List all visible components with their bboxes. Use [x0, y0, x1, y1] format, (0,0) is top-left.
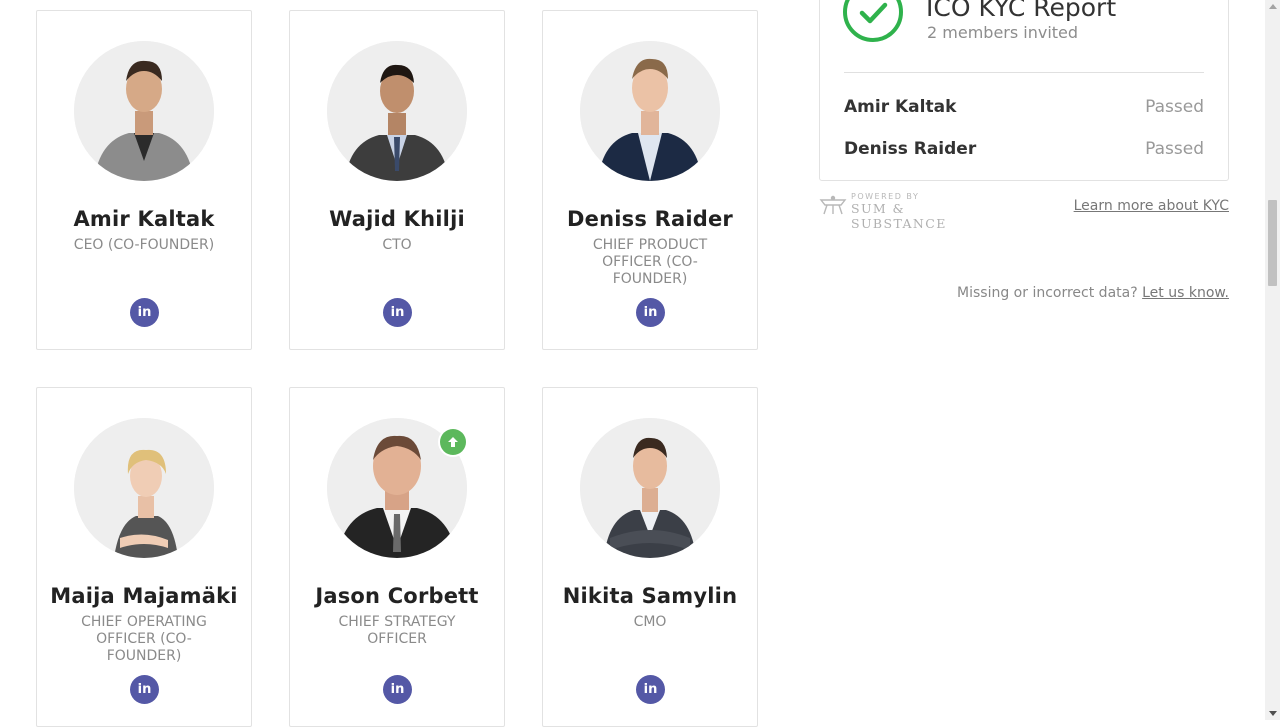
linkedin-icon[interactable]: in: [636, 298, 665, 327]
kyc-status: Passed: [1145, 97, 1204, 117]
linkedin-icon[interactable]: in: [383, 675, 412, 704]
avatar: [74, 418, 214, 558]
scroll-up-icon[interactable]: [1269, 4, 1277, 9]
team-card: Amir Kaltak CEO (CO-FOUNDER) in: [36, 10, 252, 350]
kyc-status: Passed: [1145, 139, 1204, 159]
feedback-line: Missing or incorrect data? Let us know.: [957, 285, 1229, 301]
scroll-thumb[interactable]: [1268, 200, 1277, 286]
kyc-report-panel: ICO KYC Report 2 members invited Amir Ka…: [819, 0, 1229, 181]
member-name: Wajid Khilji: [329, 207, 465, 231]
divider: [844, 72, 1204, 73]
arrow-up-icon: [448, 437, 458, 447]
vertical-scrollbar[interactable]: [1265, 0, 1280, 720]
feedback-text: Missing or incorrect data?: [957, 285, 1138, 301]
avatar: [580, 418, 720, 558]
member-role: CTO: [382, 237, 412, 253]
team-card: Wajid Khilji CTO in: [289, 10, 505, 350]
kyc-member-row: Deniss Raider Passed: [844, 139, 1204, 159]
powered-by-logo: POWERED BY SUM & SUBSTANCE: [819, 190, 999, 231]
kyc-member-row: Amir Kaltak Passed: [844, 97, 1204, 117]
check-circle-icon: [843, 0, 903, 42]
member-role: CEO (CO-FOUNDER): [73, 237, 215, 253]
scroll-down-icon[interactable]: [1269, 711, 1277, 716]
learn-more-kyc-link[interactable]: Learn more about KYC: [1074, 198, 1229, 214]
avatar: [580, 41, 720, 181]
powered-by-label: POWERED BY: [851, 192, 920, 201]
upvote-badge: [438, 427, 468, 457]
member-name: Deniss Raider: [567, 207, 733, 231]
linkedin-icon[interactable]: in: [383, 298, 412, 327]
kyc-subtitle: 2 members invited: [927, 23, 1079, 42]
team-card: Nikita Samylin CMO in: [542, 387, 758, 727]
team-card: Maija Majamäki CHIEF OPERATING OFFICER (…: [36, 387, 252, 727]
member-role: CHIEF STRATEGY OFFICER: [338, 614, 456, 647]
linkedin-icon[interactable]: in: [130, 675, 159, 704]
member-name: Nikita Samylin: [562, 584, 738, 608]
kyc-member-name: Amir Kaltak: [844, 97, 957, 117]
member-role: CMO: [633, 614, 667, 630]
member-name: Amir Kaltak: [73, 207, 215, 231]
member-name: Jason Corbett: [315, 584, 479, 608]
avatar: [327, 41, 467, 181]
linkedin-icon[interactable]: in: [130, 298, 159, 327]
kyc-member-name: Deniss Raider: [844, 139, 977, 159]
team-card: Deniss Raider CHIEF PRODUCT OFFICER (CO-…: [542, 10, 758, 350]
team-card: Jason Corbett CHIEF STRATEGY OFFICER in: [289, 387, 505, 727]
let-us-know-link[interactable]: Let us know.: [1142, 285, 1229, 301]
kyc-title: ICO KYC Report: [926, 0, 1117, 22]
avatar: [74, 41, 214, 181]
member-role: CHIEF PRODUCT OFFICER (CO-FOUNDER): [592, 237, 708, 287]
member-name: Maija Majamäki: [50, 584, 238, 608]
brand-name: SUM & SUBSTANCE: [851, 201, 947, 231]
member-role: CHIEF OPERATING OFFICER (CO-FOUNDER): [81, 614, 207, 664]
sum-substance-icon: [819, 195, 847, 215]
linkedin-icon[interactable]: in: [636, 675, 665, 704]
